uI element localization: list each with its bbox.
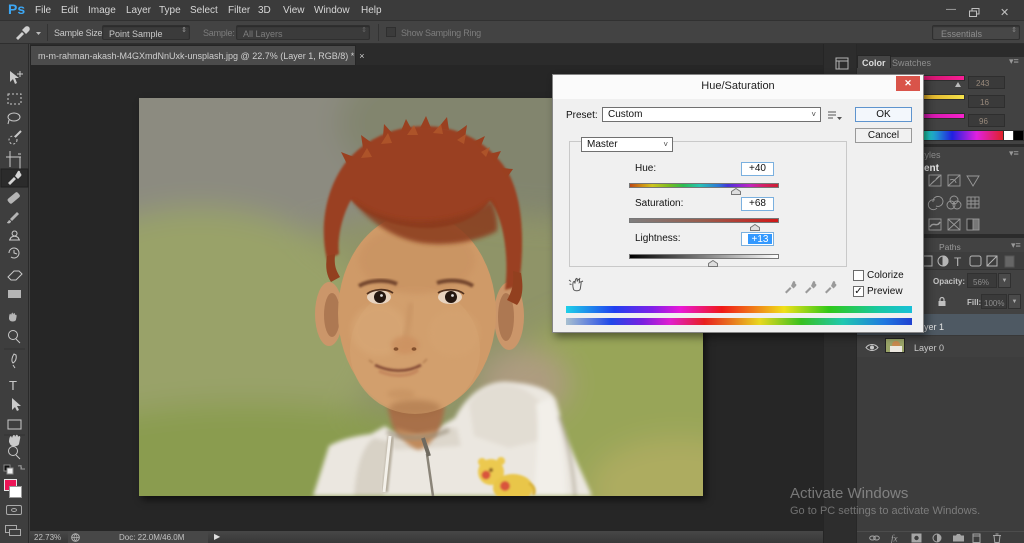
svg-text:fx: fx xyxy=(891,534,898,543)
svg-text:T: T xyxy=(9,378,17,393)
svg-text:T: T xyxy=(954,255,962,268)
